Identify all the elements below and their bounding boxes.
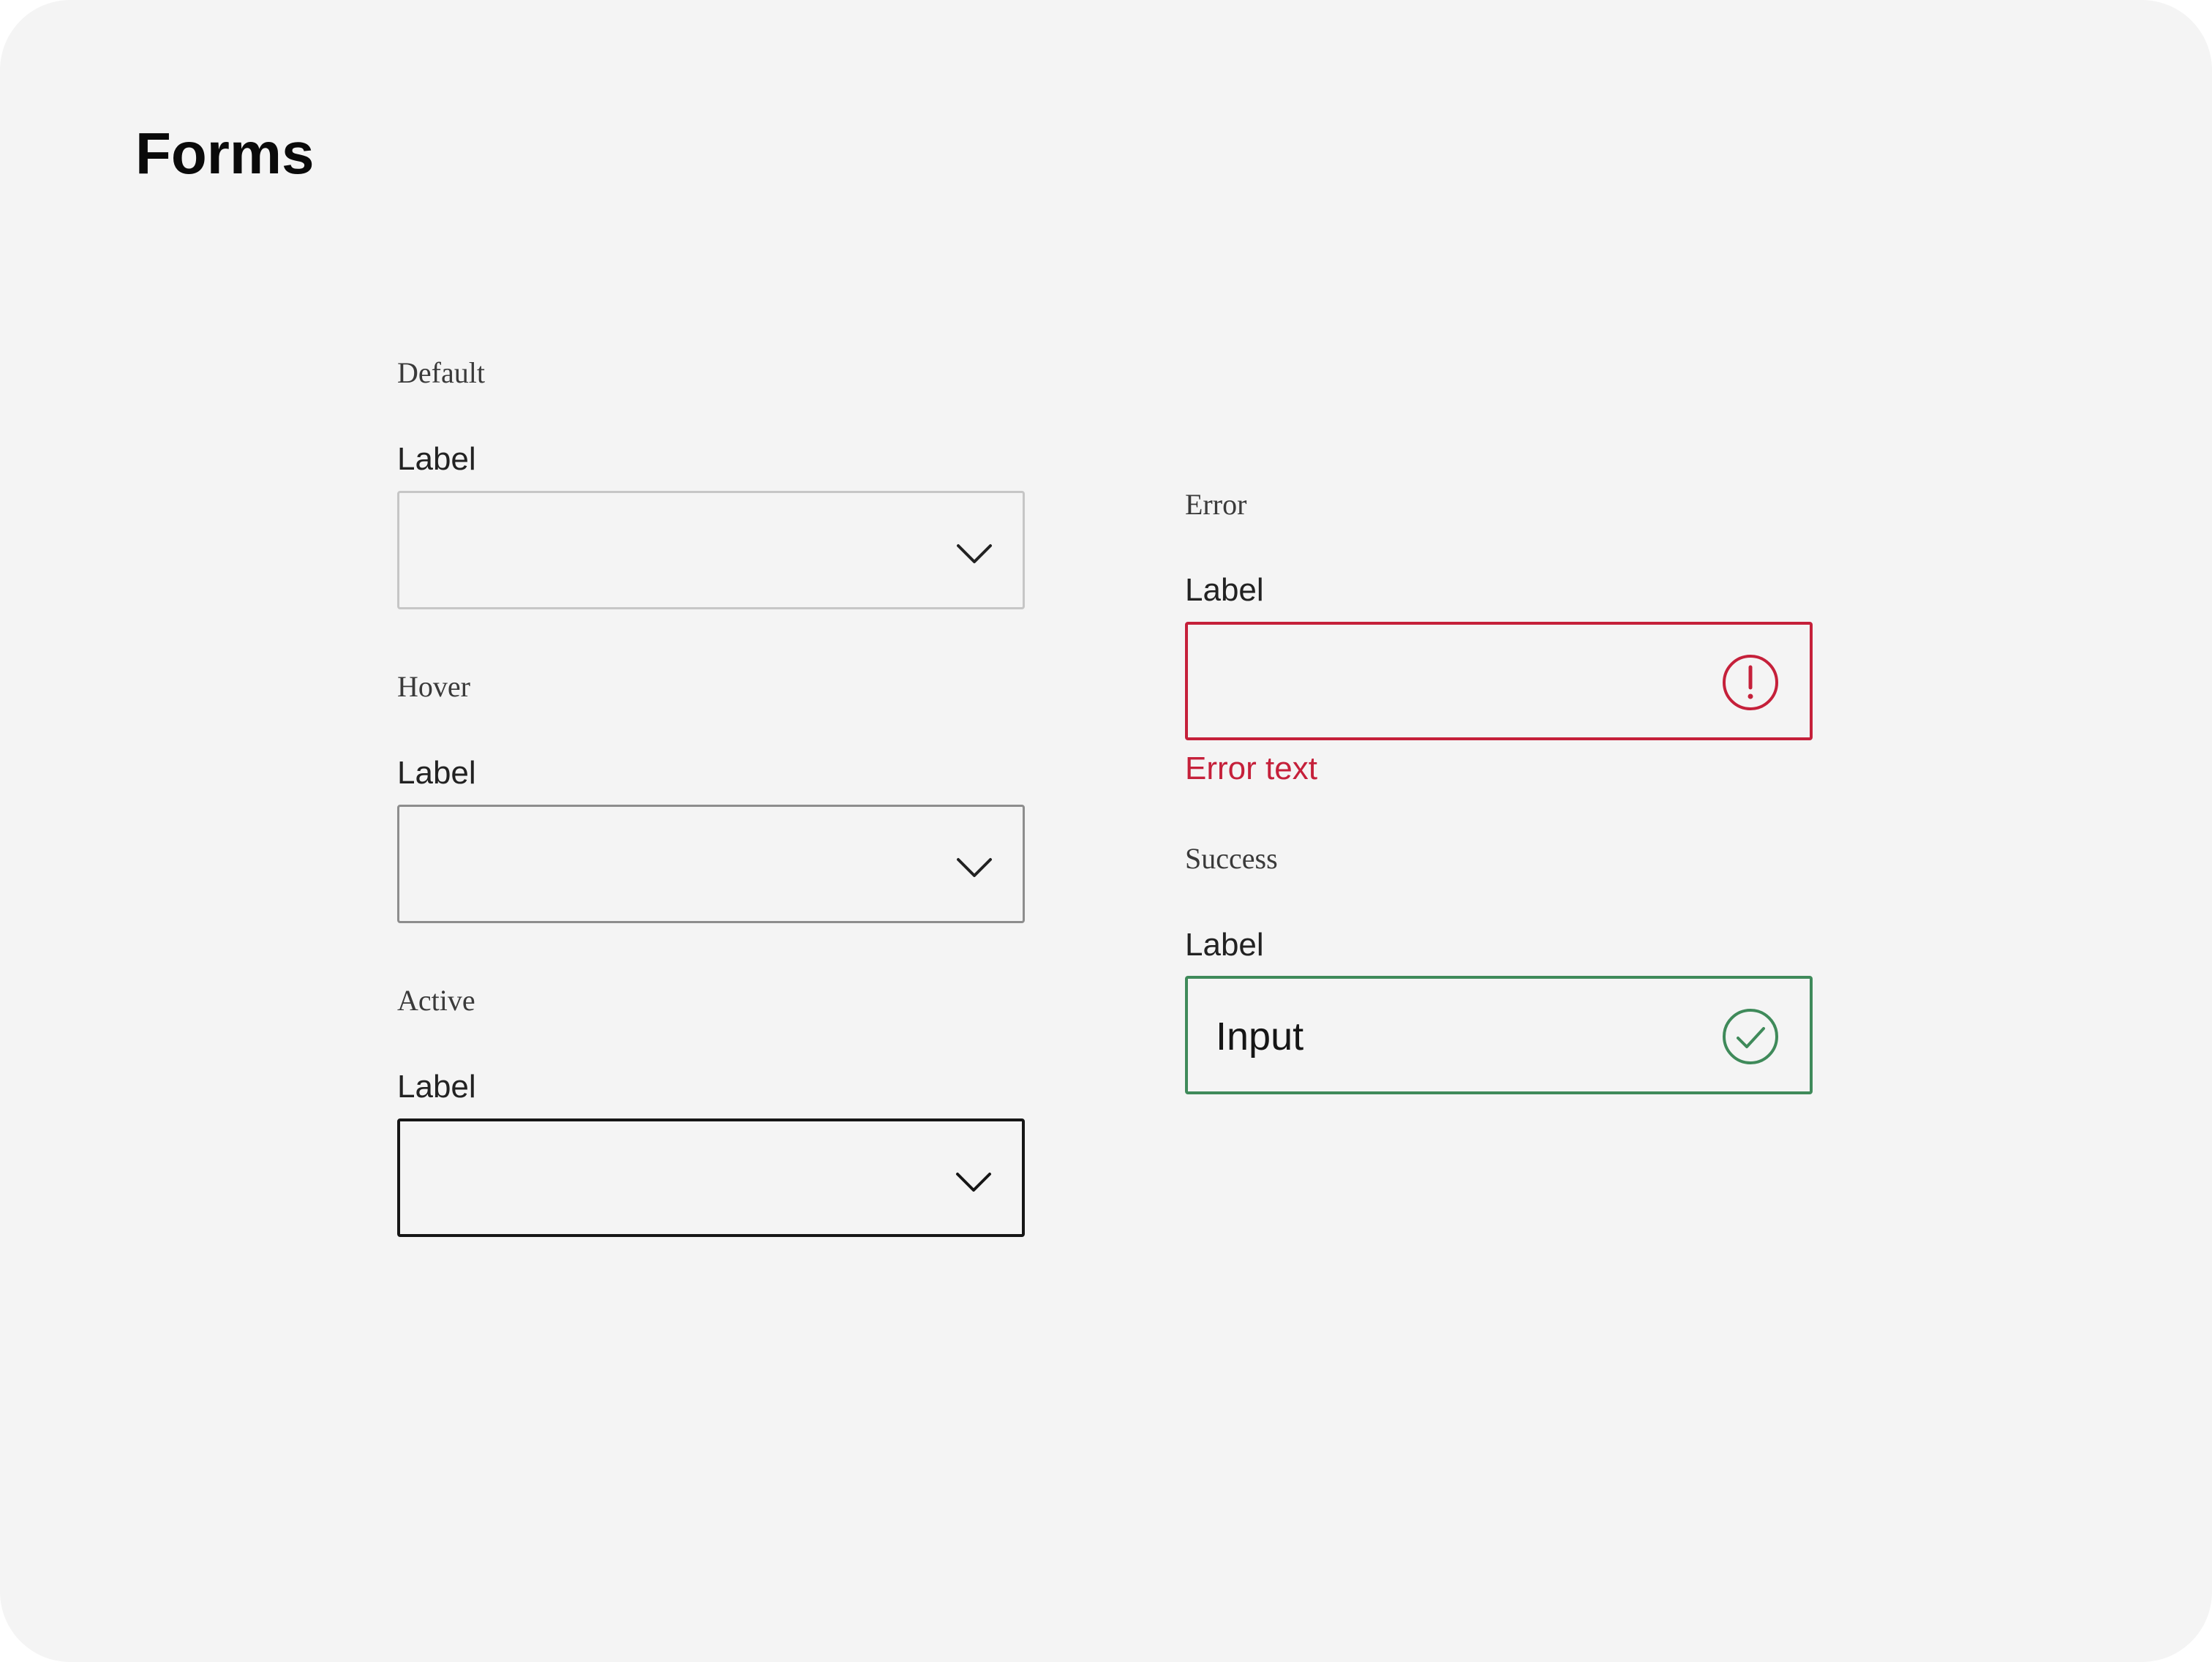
forms-canvas: Forms Default Label Hover Label Active L… [0, 0, 2212, 1662]
state-caption-error: Error [1185, 488, 1247, 521]
field-success: Success Label Input [1185, 841, 1813, 1097]
check-circle-icon [1723, 1009, 1778, 1064]
chevron-down-icon [956, 1173, 991, 1192]
field-label-error: Label [1185, 572, 1264, 608]
select-active[interactable] [397, 1118, 1025, 1237]
state-caption-default: Default [397, 356, 485, 389]
state-caption-hover: Hover [397, 670, 470, 703]
input-value: Input [1216, 1015, 1304, 1059]
field-active: Active Label [397, 982, 1025, 1238]
chevron-down-icon [957, 544, 992, 563]
chevron-down-icon [957, 858, 992, 877]
field-label-success: Label [1185, 927, 1264, 963]
select-default[interactable] [397, 491, 1025, 609]
field-label-active: Label [397, 1069, 476, 1105]
page-title: Forms [135, 121, 315, 186]
field-label-hover: Label [397, 755, 476, 791]
state-caption-active: Active [397, 984, 475, 1017]
field-hover: Hover Label [397, 669, 1025, 925]
field-label-default: Label [397, 441, 476, 477]
state-caption-success: Success [1185, 842, 1278, 875]
input-success[interactable]: Input [1185, 976, 1813, 1094]
select-hover[interactable] [397, 805, 1025, 923]
error-message: Error text [1185, 751, 1317, 786]
field-error: Error Label Error text [1185, 486, 1813, 794]
field-default: Default Label [397, 355, 1025, 611]
input-error[interactable] [1185, 622, 1813, 740]
error-circle-icon [1723, 655, 1778, 710]
